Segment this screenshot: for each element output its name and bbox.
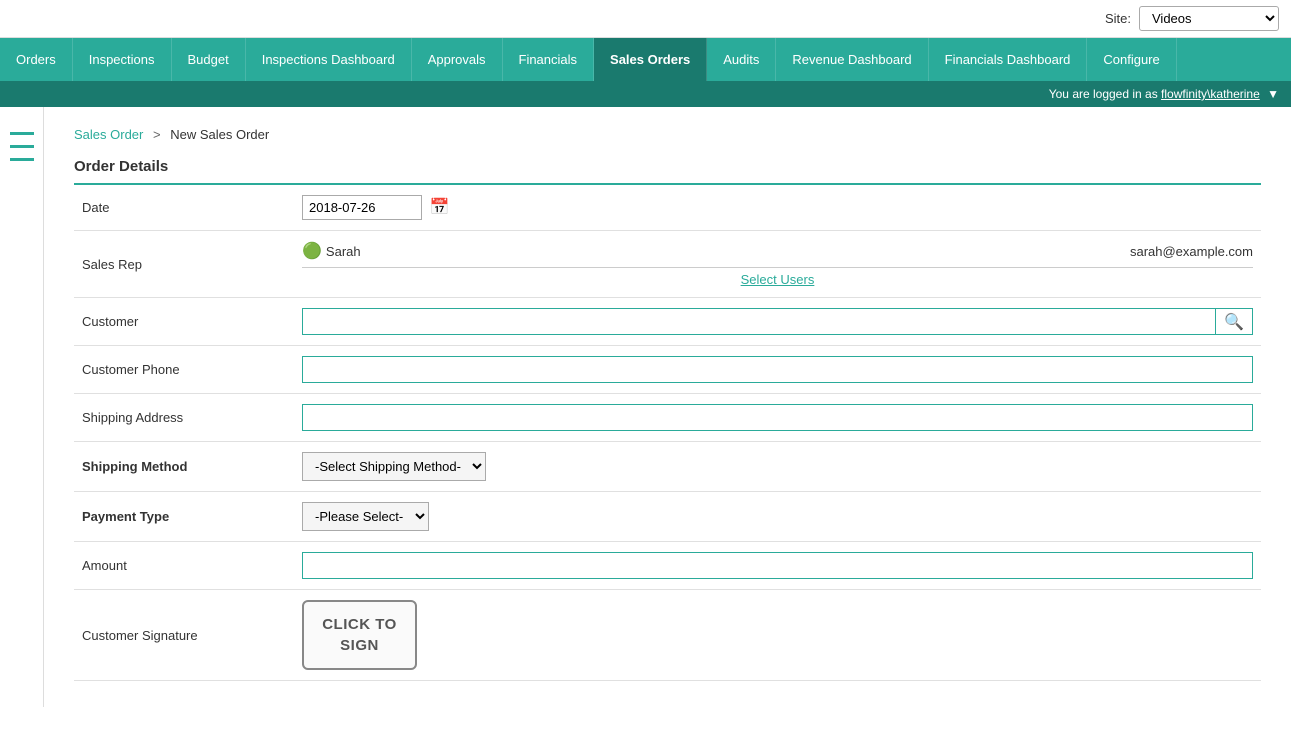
- order-form: Date 📅 Sales Rep 🟢 Sarah sarah@example.c…: [74, 185, 1261, 681]
- payment-type-select[interactable]: -Please Select- Credit Card Cash Check: [302, 502, 429, 531]
- nav-item-financials[interactable]: Financials: [503, 38, 595, 81]
- sidebar-line-1: [10, 132, 34, 135]
- payment-type-cell: -Please Select- Credit Card Cash Check: [294, 492, 1261, 542]
- section-title: Order Details: [74, 158, 1261, 185]
- shipping-method-label: Shipping Method: [74, 442, 294, 492]
- sales-rep-avatar-icon: 🟢: [302, 241, 322, 261]
- customer-row: Customer 🔍: [74, 298, 1261, 346]
- amount-row: Amount: [74, 542, 1261, 590]
- date-cell: 📅: [294, 185, 1261, 231]
- customer-cell: 🔍: [294, 298, 1261, 346]
- login-text: You are logged in as: [1049, 87, 1161, 101]
- nav-item-sales-orders[interactable]: Sales Orders: [594, 38, 707, 81]
- payment-type-row: Payment Type -Please Select- Credit Card…: [74, 492, 1261, 542]
- click-to-sign-text: CLICK TO SIGN: [322, 614, 397, 656]
- site-select[interactable]: Videos Site 1 Site 2: [1139, 6, 1279, 31]
- date-row: Date 📅: [74, 185, 1261, 231]
- amount-label: Amount: [74, 542, 294, 590]
- customer-signature-row: Customer Signature CLICK TO SIGN: [74, 590, 1261, 681]
- sidebar-line-2: [10, 145, 34, 148]
- login-bar: You are logged in as flowfinity\katherin…: [0, 81, 1291, 107]
- date-label: Date: [74, 185, 294, 231]
- sales-rep-row: Sales Rep 🟢 Sarah sarah@example.com Sele…: [74, 231, 1261, 298]
- breadcrumb-separator: >: [153, 127, 161, 142]
- shipping-address-cell: [294, 394, 1261, 442]
- breadcrumb: Sales Order > New Sales Order: [74, 127, 1261, 142]
- shipping-address-input[interactable]: [302, 404, 1253, 431]
- payment-type-label: Payment Type: [74, 492, 294, 542]
- login-user-link[interactable]: flowfinity\katherine: [1161, 87, 1260, 101]
- customer-search-button[interactable]: 🔍: [1215, 309, 1252, 334]
- select-users-link[interactable]: Select Users: [741, 272, 815, 287]
- customer-phone-cell: [294, 346, 1261, 394]
- nav-item-configure[interactable]: Configure: [1087, 38, 1176, 81]
- breadcrumb-parent-link[interactable]: Sales Order: [74, 127, 143, 142]
- calendar-icon-button[interactable]: 📅: [426, 195, 454, 219]
- amount-cell: [294, 542, 1261, 590]
- main-content: Sales Order > New Sales Order Order Deta…: [44, 107, 1291, 707]
- shipping-address-label: Shipping Address: [74, 394, 294, 442]
- nav-item-budget[interactable]: Budget: [172, 38, 246, 81]
- site-label: Site:: [1105, 11, 1131, 26]
- dropdown-arrow-icon[interactable]: ▼: [1267, 87, 1279, 101]
- nav-item-orders[interactable]: Orders: [0, 38, 73, 81]
- sidebar: [0, 107, 44, 707]
- nav-item-inspections[interactable]: Inspections: [73, 38, 172, 81]
- customer-phone-label: Customer Phone: [74, 346, 294, 394]
- nav-item-revenue-dashboard[interactable]: Revenue Dashboard: [776, 38, 928, 81]
- customer-label: Customer: [74, 298, 294, 346]
- nav-item-audits[interactable]: Audits: [707, 38, 776, 81]
- customer-input[interactable]: [303, 309, 1215, 334]
- click-to-sign-button[interactable]: CLICK TO SIGN: [302, 600, 417, 670]
- nav-bar: Orders Inspections Budget Inspections Da…: [0, 38, 1291, 81]
- shipping-method-cell: -Select Shipping Method- Standard Expres…: [294, 442, 1261, 492]
- nav-item-approvals[interactable]: Approvals: [412, 38, 503, 81]
- sales-rep-name: Sarah: [326, 244, 361, 259]
- customer-phone-input[interactable]: [302, 356, 1253, 383]
- customer-signature-label: Customer Signature: [74, 590, 294, 681]
- shipping-method-select[interactable]: -Select Shipping Method- Standard Expres…: [302, 452, 486, 481]
- top-bar: Site: Videos Site 1 Site 2: [0, 0, 1291, 38]
- sales-rep-cell: 🟢 Sarah sarah@example.com Select Users: [294, 231, 1261, 298]
- amount-input[interactable]: [302, 552, 1253, 579]
- sales-rep-label: Sales Rep: [74, 231, 294, 298]
- breadcrumb-current: New Sales Order: [170, 127, 269, 142]
- date-input[interactable]: [302, 195, 422, 220]
- nav-item-inspections-dashboard[interactable]: Inspections Dashboard: [246, 38, 412, 81]
- sales-rep-email: sarah@example.com: [1130, 244, 1253, 259]
- layout: Sales Order > New Sales Order Order Deta…: [0, 107, 1291, 707]
- shipping-method-row: Shipping Method -Select Shipping Method-…: [74, 442, 1261, 492]
- customer-signature-cell: CLICK TO SIGN: [294, 590, 1261, 681]
- shipping-address-row: Shipping Address: [74, 394, 1261, 442]
- customer-input-wrapper: 🔍: [302, 308, 1253, 335]
- nav-item-financials-dashboard[interactable]: Financials Dashboard: [929, 38, 1088, 81]
- customer-phone-row: Customer Phone: [74, 346, 1261, 394]
- sidebar-line-3: [10, 158, 34, 161]
